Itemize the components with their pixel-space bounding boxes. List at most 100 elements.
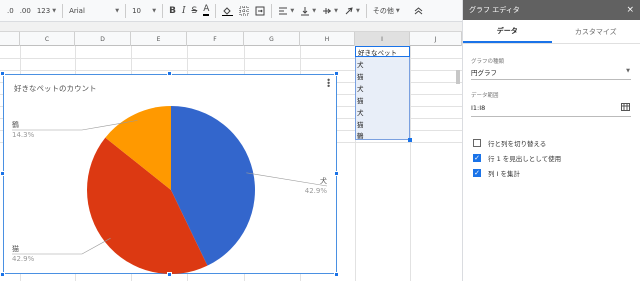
text-wrap-icon: [323, 7, 332, 14]
toolbar-divider: [215, 3, 217, 18]
data-range-input[interactable]: I1:I8: [471, 104, 485, 112]
data-range-underline: [471, 116, 631, 117]
strikethrough-button[interactable]: S: [189, 3, 201, 19]
bold-button[interactable]: B: [166, 3, 179, 19]
checkbox-unchecked[interactable]: [473, 139, 481, 147]
range-fill-handle[interactable]: [408, 138, 412, 142]
column-header-d[interactable]: D: [75, 32, 131, 46]
font-size-label: 10: [132, 6, 141, 15]
cell-i3[interactable]: 猫: [357, 70, 409, 81]
font-size-select[interactable]: 10 ▼: [129, 3, 159, 19]
tab-customize[interactable]: カスタマイズ: [552, 20, 640, 43]
chevron-down-icon[interactable]: ▼: [626, 68, 630, 74]
borders-button[interactable]: [236, 3, 252, 19]
chevron-down-icon: ▼: [355, 7, 360, 14]
chart-type-select[interactable]: 円グラフ: [471, 67, 497, 77]
italic-button[interactable]: I: [179, 3, 189, 19]
tab-data[interactable]: データ: [463, 20, 552, 43]
slice-label-name: 犬: [320, 176, 327, 185]
grid-select-icon[interactable]: [621, 103, 630, 113]
toolbar-divider: [125, 3, 127, 18]
cell-i8[interactable]: 鶴: [357, 129, 409, 140]
paint-bucket-icon: [222, 6, 234, 16]
number-format-button[interactable]: 123 ▼: [34, 3, 59, 19]
collapse-toolbar-button[interactable]: [411, 3, 426, 19]
chevron-down-icon: ▼: [52, 7, 57, 14]
chart-editor-header: グラフ エディタ ×: [463, 0, 640, 20]
column-header-j[interactable]: J: [410, 32, 462, 46]
slice-label-percent: 42.9%: [12, 255, 35, 263]
formula-bar-strip: [0, 22, 462, 32]
resize-handle[interactable]: [0, 71, 5, 76]
chart-menu-icon[interactable]: • • •: [326, 77, 331, 91]
column-header-i[interactable]: I: [355, 32, 410, 46]
checkbox-checked[interactable]: ✓: [473, 169, 481, 177]
cell-i5[interactable]: 猫: [357, 94, 409, 105]
column-header-e[interactable]: E: [131, 32, 187, 46]
toolbar-divider: [162, 3, 164, 18]
pie-chart[interactable]: 犬 42.9% 猫 42.9% 鶴 14.3% 好きなペットのカウント • • •: [3, 74, 337, 274]
column-header-c[interactable]: C: [20, 32, 75, 46]
column-header-row: C D E F G H I J: [0, 32, 462, 46]
column-header-f[interactable]: F: [187, 32, 244, 46]
number-format-label: 123: [36, 6, 51, 15]
chevron-down-icon: ▼: [334, 7, 338, 14]
data-range-label: データ範囲: [471, 93, 499, 99]
chevron-down-icon: ▼: [152, 7, 157, 14]
merge-cells-button[interactable]: [252, 3, 268, 19]
vertical-scrollbar[interactable]: [456, 70, 460, 84]
close-icon[interactable]: ×: [626, 5, 634, 15]
chart-title: 好きなペットのカウント: [14, 84, 97, 93]
slice-label-percent: 42.9%: [305, 187, 328, 195]
chart-editor-tabs: データ カスタマイズ: [463, 20, 640, 44]
font-select[interactable]: Arial ▼: [66, 3, 122, 19]
toolbar-divider: [62, 3, 64, 18]
chart-type-label: グラフの種類: [471, 59, 505, 65]
resize-handle[interactable]: [334, 71, 339, 76]
cell-i4[interactable]: 犬: [357, 82, 409, 93]
resize-handle[interactable]: [0, 272, 5, 277]
decrease-decimal-button[interactable]: .0: [4, 3, 17, 19]
slice-label-percent: 14.3%: [12, 131, 35, 139]
resize-handle[interactable]: [167, 272, 172, 277]
column-header-h[interactable]: H: [300, 32, 355, 46]
chevron-down-icon: ▼: [395, 7, 400, 14]
cell-i7[interactable]: 猫: [357, 118, 409, 129]
more-button[interactable]: その他 ▼: [370, 3, 403, 19]
text-color-button[interactable]: A: [200, 3, 212, 19]
checkbox-checked[interactable]: ✓: [473, 154, 481, 162]
merge-icon: [255, 6, 265, 15]
text-color-icon: A: [203, 4, 210, 16]
switch-rows-columns-option[interactable]: 行と列を切り替える: [473, 138, 546, 148]
chart-canvas: 犬 42.9% 猫 42.9% 鶴 14.3%: [12, 106, 328, 274]
resize-handle[interactable]: [167, 71, 172, 76]
spreadsheet-grid[interactable]: C D E F G H I J 好きなペット 犬 猫 犬 猫 犬 猫 鶴 犬 42…: [0, 22, 462, 281]
increase-decimal-button[interactable]: .00: [17, 3, 34, 19]
text-rotation-icon: [345, 6, 353, 14]
text-rotation-button[interactable]: ▼: [341, 3, 363, 19]
chevron-double-up-icon: [414, 7, 423, 15]
resize-handle[interactable]: [334, 171, 339, 176]
aggregate-column-option[interactable]: ✓ 列 I を集計: [473, 168, 520, 178]
use-row1-header-option[interactable]: ✓ 行 1 を見出しとして使用: [473, 153, 561, 163]
cell-i6[interactable]: 犬: [357, 106, 409, 117]
resize-handle[interactable]: [334, 272, 339, 277]
slice-label-name: 鶴: [12, 120, 19, 129]
column-header-g[interactable]: G: [244, 32, 300, 46]
leader-line: [12, 237, 111, 255]
chart-type-underline: [471, 79, 631, 80]
more-label: その他: [372, 6, 394, 15]
cell-i2[interactable]: 犬: [357, 58, 409, 69]
slice-label-name: 猫: [12, 244, 19, 253]
chart-editor-panel: グラフ エディタ × データ カスタマイズ グラフの種類 円グラフ ▼ データ範…: [462, 0, 640, 281]
vertical-align-button[interactable]: ▼: [297, 3, 319, 19]
leader-line: [246, 172, 328, 187]
cell-i1[interactable]: 好きなペット: [355, 46, 410, 57]
fill-color-button[interactable]: [219, 3, 236, 19]
row-header-corner: [0, 32, 20, 46]
resize-handle[interactable]: [0, 171, 5, 176]
grid-select-icon-glyph: [621, 103, 630, 111]
toolbar-divider: [365, 3, 367, 18]
horizontal-align-button[interactable]: ▼: [275, 3, 297, 19]
text-wrap-button[interactable]: ▼: [319, 3, 341, 19]
